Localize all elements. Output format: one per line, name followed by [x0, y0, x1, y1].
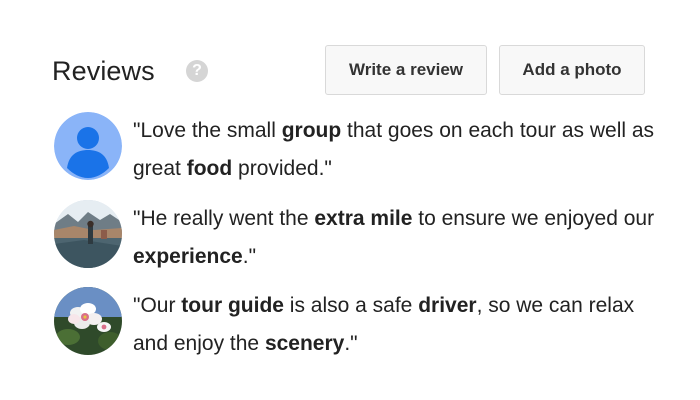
review-quote: "He really went the extra mile to ensure… [133, 200, 673, 276]
review-quote: "Love the small group that goes on each … [133, 112, 673, 188]
help-icon[interactable]: ? [186, 60, 208, 82]
review-quote: "Our tour guide is also a safe driver, s… [133, 287, 673, 363]
review-text: is also a safe [283, 294, 419, 317]
review-text: ." [344, 332, 358, 355]
review-keyword: scenery [264, 332, 345, 355]
coastal-landscape-photo-avatar-icon [54, 200, 122, 268]
reviews-title: Reviews [52, 56, 155, 86]
review-keyword: tour guide [181, 294, 284, 317]
write-review-button[interactable]: Write a review [325, 45, 487, 95]
review-keyword: extra mile [314, 207, 413, 230]
reviews-panel: Reviews ? Write a review Add a photo "Lo… [0, 0, 700, 400]
review-text: provided." [232, 157, 332, 180]
review-item: "Our tour guide is also a safe driver, s… [0, 285, 700, 365]
review-text: "Our [133, 294, 182, 317]
reviews-header: Reviews ? Write a review Add a photo [0, 0, 700, 110]
review-keyword: experience [133, 245, 243, 268]
review-keyword: group [281, 119, 342, 142]
review-item: "Love the small group that goes on each … [0, 110, 700, 190]
review-keyword: food [186, 157, 233, 180]
flower-blossom-photo-avatar-icon [54, 287, 122, 355]
review-keyword: driver [418, 294, 477, 317]
review-text: to ensure we enjoyed our [412, 207, 655, 230]
add-photo-button[interactable]: Add a photo [499, 45, 645, 95]
review-text: "He really went the [133, 207, 315, 230]
review-text: ." [242, 245, 257, 268]
review-text: "Love the small [133, 119, 282, 142]
default-user-avatar-icon [54, 112, 122, 180]
review-item: "He really went the extra mile to ensure… [0, 198, 700, 278]
